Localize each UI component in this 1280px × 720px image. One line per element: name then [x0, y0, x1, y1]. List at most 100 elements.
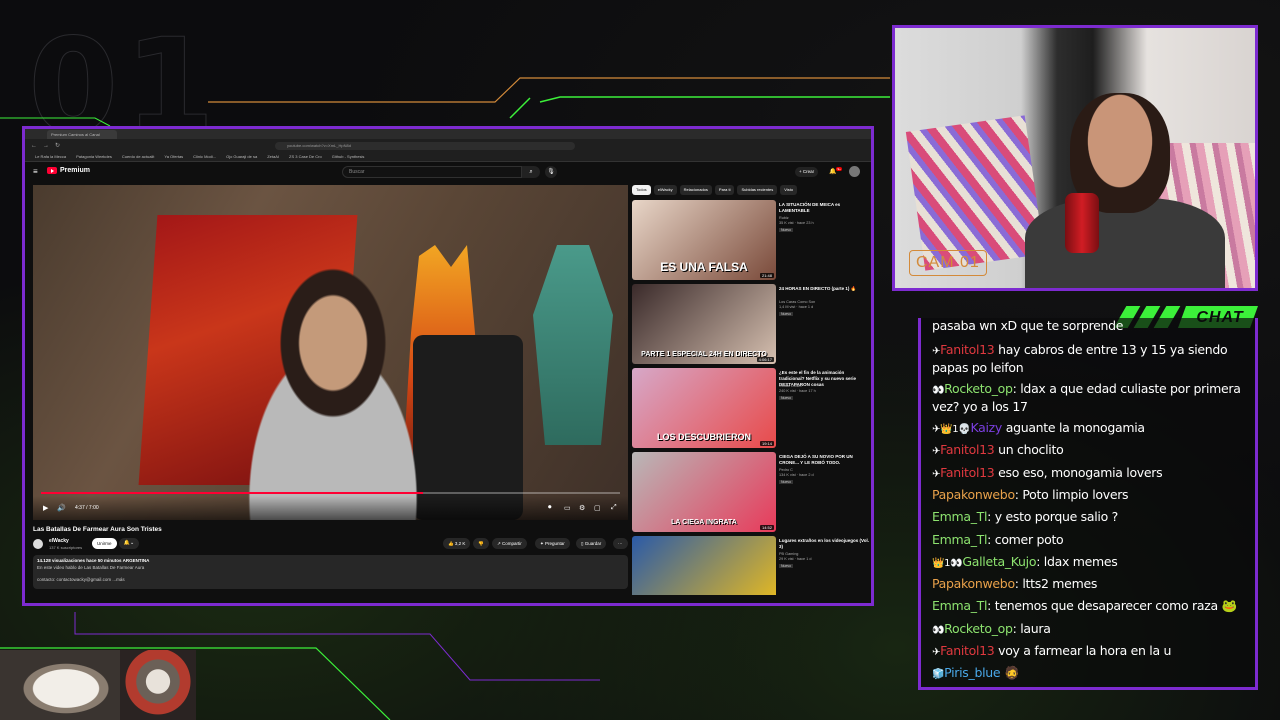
bookmark-item[interactable]: ZetaAI: [267, 154, 279, 159]
user-badge-icon: ✈: [932, 346, 941, 357]
bookmark-item[interactable]: Ojo Guaraji de sa: [226, 154, 257, 159]
channel-name[interactable]: elWacky: [49, 538, 69, 544]
browser-tab[interactable]: Premium Caminos al Canal: [47, 130, 117, 139]
video-duration: 21:48: [759, 273, 774, 278]
create-button[interactable]: + Crear: [795, 167, 819, 177]
youtube-play-icon: [47, 167, 57, 174]
chat-username[interactable]: Papakonwebo: [932, 487, 1015, 502]
video-player[interactable]: ▶ 🔊 4:37 / 7:00 ⏺ ▭ ⚙ ▢ ⤢: [33, 185, 628, 520]
bookmark-item[interactable]: Clinic Modi...: [193, 154, 216, 159]
subtitles-icon[interactable]: ▭: [564, 504, 571, 512]
recommendation-meta: PB Gaming 29 K vist · hace 1 d: [779, 552, 812, 561]
chat-message: Papakonwebo: ltts2 memes: [932, 576, 1247, 594]
chat-username[interactable]: Fanitol13: [940, 442, 995, 457]
chat-text: : laura: [1012, 621, 1051, 636]
chat-username[interactable]: Galleta_Kujo: [962, 554, 1036, 569]
notifications-button[interactable]: 🔔9+: [829, 167, 842, 175]
chat-username[interactable]: Fanitol13: [940, 643, 995, 658]
more-actions-button[interactable]: ⋯: [613, 538, 628, 549]
account-avatar[interactable]: [849, 166, 860, 177]
recommendation-item[interactable]: ES UNA FALSA 21:48 LA SITUACIÓN DE MEICA e…: [632, 200, 871, 281]
recommendation-thumbnail[interactable]: ES UNA FALSA 21:48: [632, 200, 776, 280]
channel-avatar[interactable]: [33, 539, 43, 549]
chip-watched[interactable]: Visto: [780, 185, 798, 195]
chat-username[interactable]: Rocketo_op: [944, 381, 1013, 396]
bookmark-item[interactable]: Patagonia Weekdes: [76, 154, 112, 159]
chat-username[interactable]: Papakonwebo: [932, 576, 1015, 591]
description-contact: contacto: contactowacky@gmail.com ...más: [37, 577, 125, 582]
menu-icon[interactable]: ≡: [33, 167, 38, 176]
chat-username[interactable]: Rocketo_op: [944, 621, 1013, 636]
video-progress-bar[interactable]: [41, 492, 620, 494]
youtube-logo[interactable]: Premium: [47, 167, 90, 174]
bookmark-item[interactable]: Github - Synthesis: [332, 154, 365, 159]
recommendation-title[interactable]: CIEGA DEJÓ A SU NOVIO POR UN CRONE... Y …: [779, 454, 869, 466]
new-badge: Nuevo: [779, 312, 794, 316]
thumb-up-icon: 👍: [448, 541, 455, 546]
play-icon[interactable]: ▶: [43, 504, 48, 512]
chat-message: ✈Fanitol13 hay cabros de entre 13 y 15 y…: [932, 342, 1247, 376]
forward-icon[interactable]: →: [43, 143, 49, 149]
ask-label: Preguntar: [545, 541, 565, 546]
recommendation-thumbnail[interactable]: LOS DESCUBRIERON 19:14: [632, 368, 776, 448]
settings-icon[interactable]: ⚙: [579, 504, 585, 512]
share-label: Compartir: [502, 541, 522, 546]
chat-username[interactable]: Fanitol13: [940, 465, 995, 480]
recommendation-title[interactable]: LA SITUACIÓN DE MEICA es LAMENTABLE: [779, 202, 869, 214]
recommendation-thumbnail[interactable]: LA CIEGA INGRATA 14:52: [632, 452, 776, 532]
video-description[interactable]: 14.128 visualizaciones hace 50 minutos A…: [33, 555, 628, 589]
subscribe-bell-button[interactable]: 🔔⌄: [119, 538, 139, 549]
fullscreen-icon[interactable]: ⤢: [611, 504, 617, 512]
join-button[interactable]: Unirme: [92, 538, 117, 549]
recommendation-item[interactable]: LUGARES EXTRAÑOS24:01Lugares extraños en…: [632, 536, 871, 595]
reload-icon[interactable]: ↻: [55, 142, 60, 149]
recommendation-item[interactable]: PARTE 1 ESPECIAL 24H EN DIRECTO 4:06:17 24…: [632, 284, 871, 365]
chat-username[interactable]: Fanitol13: [940, 342, 995, 357]
chip-todos[interactable]: Todos: [632, 185, 651, 195]
save-button[interactable]: ▯ Guardar: [576, 538, 607, 549]
chip-channel[interactable]: elWacky: [653, 185, 677, 195]
chat-username[interactable]: Piris_blue: [944, 665, 1000, 680]
chat-username[interactable]: Emma_Tl: [932, 509, 987, 524]
video-scene-person: [203, 265, 463, 520]
ask-button[interactable]: ✦ Preguntar: [535, 538, 570, 549]
recommendation-title[interactable]: 24 HORAS EN DIRECTO (parte 1) 🔥: [779, 286, 869, 292]
recommendation-thumbnail[interactable]: PARTE 1 ESPECIAL 24H EN DIRECTO 4:06:17: [632, 284, 776, 364]
share-button[interactable]: ↗ Compartir: [492, 538, 527, 549]
back-icon[interactable]: ←: [31, 143, 37, 149]
volume-icon[interactable]: 🔊: [57, 504, 66, 512]
chat-username[interactable]: Emma_Tl: [932, 598, 987, 613]
mini-cam-cat-1: [0, 650, 120, 720]
recommendation-item[interactable]: LOS DESCUBRIERON 19:14 ¿Es este el fin de …: [632, 368, 871, 449]
chat-username[interactable]: Kaizy: [970, 420, 1002, 435]
bookmark-item[interactable]: ZS 3 Case De Cro: [289, 154, 322, 159]
recommendation-item[interactable]: LA CIEGA INGRATA 14:52 CIEGA DEJÓ A SU NOV…: [632, 452, 871, 533]
recommendation-meta: Rubiz 35 K vist · hace 23 h: [779, 216, 814, 225]
chip-recent[interactable]: Subidas recientes: [737, 185, 778, 195]
bookmark-item[interactable]: Le Rafa la Mecca: [35, 154, 66, 159]
address-input[interactable]: youtube.com/watch?v=XmL_HpN8d: [275, 141, 575, 150]
search-input[interactable]: Buscar: [342, 166, 522, 178]
autoplay-toggle-icon[interactable]: ⏺: [548, 504, 552, 512]
chat-message: 👀Rocketo_op: ldax a que edad culiaste po…: [932, 381, 1247, 415]
filter-chips: Todos elWacky Relacionados Para ti Subid…: [632, 185, 871, 196]
search-button[interactable]: ⌕: [522, 166, 540, 178]
voice-search-button[interactable]: 🎙: [545, 166, 557, 178]
recommendation-meta: Pedro C 134 K vist · hace 2 d: [779, 468, 814, 477]
search-icon: ⌕: [529, 169, 533, 175]
miniplayer-icon[interactable]: ▢: [594, 504, 601, 512]
video-duration: 4:06:17: [756, 357, 774, 362]
video-title: Las Batallas De Farmear Aura Son Tristes: [33, 526, 162, 533]
bookmark-item[interactable]: Cuerdo de actualit: [122, 154, 154, 159]
recommendation-title[interactable]: Lugares extraños en los videojuegos (Vol…: [779, 538, 869, 550]
user-badge-icon: ✈: [932, 446, 941, 457]
chat-text: : comer poto: [987, 532, 1064, 547]
bookmark-item[interactable]: Ya Ofertas: [164, 154, 183, 159]
chat-username[interactable]: Emma_Tl: [932, 532, 987, 547]
like-button[interactable]: 👍 3,2 K: [443, 538, 471, 549]
chip-related[interactable]: Relacionados: [679, 185, 712, 195]
recommendation-thumbnail[interactable]: LUGARES EXTRAÑOS24:01: [632, 536, 776, 595]
dislike-button[interactable]: 👎: [473, 538, 489, 549]
recommendation-meta: Los Caras Como Son 1,4 M vist · hace 1 d: [779, 300, 816, 309]
chip-for-you[interactable]: Para ti: [714, 185, 735, 195]
